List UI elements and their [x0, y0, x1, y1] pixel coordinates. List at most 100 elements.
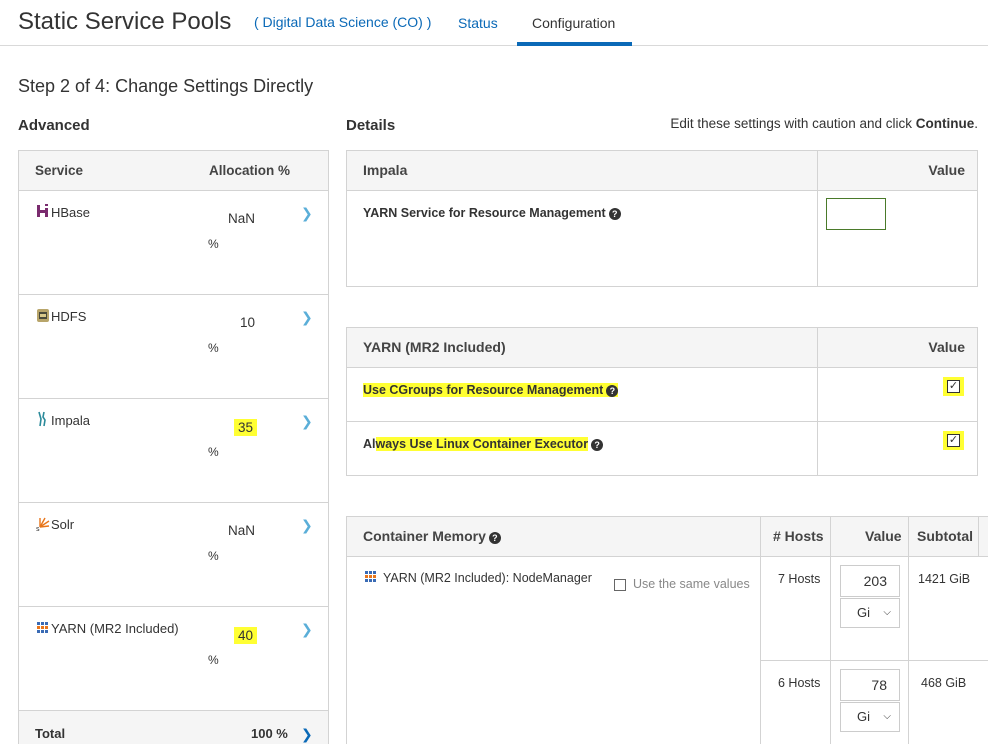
- percent-sign: %: [208, 341, 219, 355]
- same-values-checkbox[interactable]: [614, 579, 626, 591]
- percent-sign: %: [208, 445, 219, 459]
- chevron-down-icon: ⌵: [883, 607, 891, 618]
- column-divider: [908, 517, 909, 744]
- host-count: 7 Hosts: [778, 572, 821, 586]
- yarn-service-input[interactable]: [826, 198, 886, 230]
- page-title: Static Service Pools: [18, 8, 232, 35]
- allocation-value[interactable]: 10: [240, 315, 255, 330]
- property-label: YARN Service for Resource Management: [363, 206, 606, 220]
- svg-text:s: s: [36, 525, 40, 531]
- allocation-value[interactable]: 40: [234, 627, 258, 644]
- property-label-rest: ways Use Linux Container Executor: [375, 437, 589, 451]
- step-title: Step 2 of 4: Change Settings Directly: [18, 76, 314, 96]
- row-divider: [347, 421, 977, 422]
- help-icon[interactable]: ?: [608, 208, 621, 220]
- unit-select[interactable]: Gi ⌵: [840, 598, 900, 628]
- same-values-label: Use the same values: [633, 577, 750, 591]
- details-heading: Details: [346, 117, 396, 134]
- service-row-impala[interactable]: Impala 35 % ❯: [19, 399, 328, 503]
- unit-select[interactable]: Gi ⌵: [840, 702, 900, 732]
- service-name: HDFS: [51, 309, 87, 324]
- subtotal-value: 468 GiB: [921, 676, 967, 690]
- table-title: Impala: [363, 162, 408, 178]
- chevron-right-icon[interactable]: ❯: [301, 309, 313, 326]
- table-header: YARN (MR2 Included) Value: [347, 328, 977, 368]
- total-value: 100 %: [251, 726, 288, 741]
- chevron-right-icon[interactable]: ❯: [301, 621, 313, 638]
- yarn-icon: [365, 571, 376, 582]
- column-divider: [830, 517, 831, 744]
- total-label: Total: [35, 726, 66, 741]
- hint-continue: Continue: [915, 116, 975, 131]
- chevron-right-icon[interactable]: ❯: [301, 205, 313, 222]
- percent-sign: %: [208, 653, 219, 667]
- hdfs-icon: [37, 309, 49, 322]
- help-icon[interactable]: ?: [488, 532, 501, 544]
- hbase-icon: [37, 204, 48, 217]
- service-row-solr[interactable]: s Solr NaN % ❯: [19, 503, 328, 607]
- service-name: Solr: [51, 517, 75, 532]
- property-label: Use CGroups for Resource Management: [363, 383, 604, 397]
- column-divider: [817, 328, 818, 475]
- property-linux-container: Always Use Linux Container Executor?: [363, 437, 604, 451]
- subtotal-header: Subtotal: [917, 528, 973, 544]
- value-header: Value: [865, 528, 902, 544]
- unit-value: Gi: [857, 605, 870, 620]
- value-header: Value: [928, 162, 965, 178]
- cluster-link[interactable]: ( Digital Data Science (CO) ): [254, 14, 431, 30]
- column-divider: [978, 517, 979, 557]
- service-name: HBase: [51, 205, 91, 220]
- service-row-hbase[interactable]: HBase NaN % ❯: [19, 191, 328, 295]
- advanced-heading: Advanced: [18, 117, 90, 134]
- table-title: YARN (MR2 Included): [363, 339, 506, 355]
- property-label-start: Al: [363, 437, 376, 451]
- active-tab-indicator: [517, 42, 632, 46]
- tab-status[interactable]: Status: [458, 15, 498, 31]
- memory-value-input[interactable]: 203: [840, 565, 900, 597]
- property-yarn-service: YARN Service for Resource Management?: [363, 206, 621, 220]
- percent-sign: %: [208, 549, 219, 563]
- service-row-yarn[interactable]: YARN (MR2 Included) 40 % ❯: [19, 607, 328, 711]
- allocation-value[interactable]: NaN: [228, 211, 255, 226]
- impala-settings-table: Impala Value YARN Service for Resource M…: [346, 150, 978, 287]
- memory-value-input[interactable]: 78: [840, 669, 900, 701]
- unit-value: Gi: [857, 709, 870, 724]
- service-name: YARN (MR2 Included): [51, 621, 179, 636]
- table-header: Container Memory? # Hosts Value Subtotal: [347, 517, 988, 557]
- service-row-hdfs[interactable]: HDFS 10 % ❯: [19, 295, 328, 399]
- page-header: Static Service Pools ( Digital Data Scie…: [0, 0, 988, 46]
- value-header: Value: [928, 339, 965, 355]
- memory-title: Container Memory: [363, 528, 486, 544]
- tab-configuration[interactable]: Configuration: [532, 15, 615, 31]
- chevron-right-icon[interactable]: ❯: [301, 726, 313, 743]
- hint-text: Edit these settings with caution and cli…: [670, 116, 916, 131]
- help-icon[interactable]: ?: [591, 439, 604, 451]
- host-count: 6 Hosts: [778, 676, 821, 690]
- chevron-right-icon[interactable]: ❯: [301, 517, 313, 534]
- cgroups-checkbox[interactable]: ✓: [947, 380, 960, 393]
- allocation-value[interactable]: 35: [234, 419, 258, 436]
- yarn-settings-table: YARN (MR2 Included) Value Use CGroups fo…: [346, 327, 978, 476]
- chevron-down-icon: ⌵: [883, 711, 891, 722]
- column-divider: [817, 151, 818, 286]
- service-name: Impala: [51, 413, 91, 428]
- role-name: YARN (MR2 Included): NodeManager: [383, 571, 592, 585]
- hosts-header: # Hosts: [773, 528, 824, 544]
- table-header: Impala Value: [347, 151, 977, 191]
- column-allocation: Allocation %: [209, 163, 291, 178]
- percent-sign: %: [208, 237, 219, 251]
- chevron-right-icon[interactable]: ❯: [301, 413, 313, 430]
- column-divider: [760, 517, 761, 744]
- table-title: Container Memory?: [363, 528, 501, 544]
- details-hint: Edit these settings with caution and cli…: [670, 116, 978, 131]
- total-row: Total 100 % ❯: [19, 711, 328, 744]
- container-memory-table: Container Memory? # Hosts Value Subtotal…: [346, 516, 988, 744]
- allocation-value[interactable]: NaN: [228, 523, 255, 538]
- hint-period: .: [974, 116, 978, 131]
- allocation-panel: Service Allocation % HBase NaN % ❯ HDFS …: [18, 150, 329, 744]
- column-service: Service: [35, 163, 84, 178]
- row-divider: [760, 660, 988, 661]
- help-icon[interactable]: ?: [606, 385, 619, 397]
- linux-container-checkbox[interactable]: ✓: [947, 434, 960, 447]
- subtotal-value: 1421 GiB: [918, 572, 971, 586]
